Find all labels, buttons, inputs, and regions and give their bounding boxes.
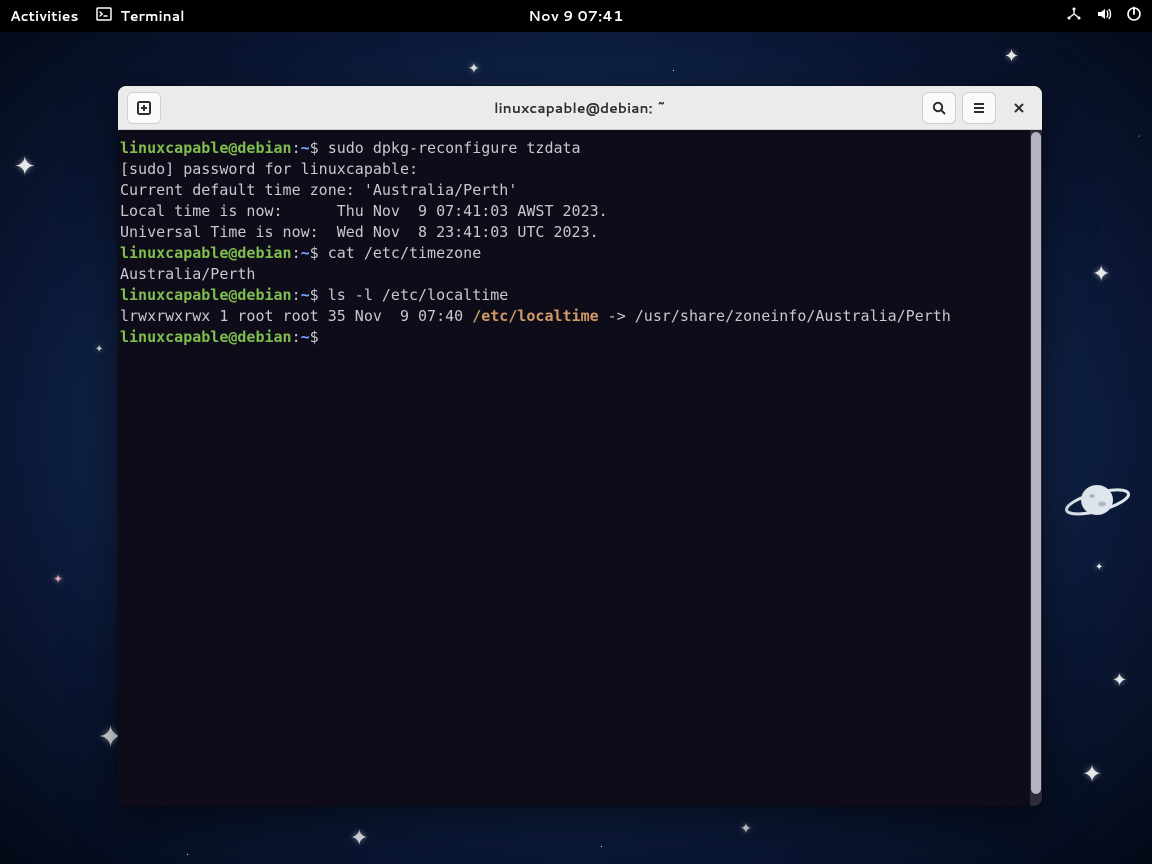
terminal-line: [sudo] password for linuxcapable: <box>120 159 1030 180</box>
terminal-line: Current default time zone: 'Australia/Pe… <box>120 180 1030 201</box>
planet-decoration <box>1062 480 1132 520</box>
new-tab-button[interactable] <box>127 92 161 124</box>
terminal-line: lrwxrwxrwx 1 root root 35 Nov 9 07:40 /e… <box>120 306 1030 327</box>
terminal-line: linuxcapable@debian:~$ ls -l /etc/localt… <box>120 285 1030 306</box>
activities-button[interactable]: Activities <box>10 6 78 26</box>
close-button[interactable] <box>1002 92 1036 124</box>
terminal-line: Australia/Perth <box>120 264 1030 285</box>
volume-icon[interactable] <box>1096 6 1112 27</box>
window-title-bar[interactable]: linuxcapable@debian: ~ <box>118 86 1042 130</box>
terminal-line: linuxcapable@debian:~$ cat /etc/timezone <box>120 243 1030 264</box>
network-icon[interactable] <box>1066 6 1082 27</box>
scrollbar-thumb[interactable] <box>1031 132 1041 794</box>
terminal-window: linuxcapable@debian: ~ linuxcapable@debi… <box>118 86 1042 806</box>
gnome-top-bar: Activities Terminal Nov 9 07:41 <box>0 0 1152 32</box>
hamburger-menu-button[interactable] <box>962 92 996 124</box>
active-app-indicator[interactable]: Terminal <box>96 6 184 27</box>
power-icon[interactable] <box>1126 6 1142 27</box>
terminal-line: linuxcapable@debian:~$ <box>120 327 1030 348</box>
terminal-line: linuxcapable@debian:~$ sudo dpkg-reconfi… <box>120 138 1030 159</box>
window-title: linuxcapable@debian: ~ <box>494 98 666 118</box>
clock[interactable]: Nov 9 07:41 <box>528 6 623 26</box>
active-app-name: Terminal <box>120 6 184 26</box>
terminal-output[interactable]: linuxcapable@debian:~$ sudo dpkg-reconfi… <box>118 130 1030 806</box>
terminal-line: Local time is now: Thu Nov 9 07:41:03 AW… <box>120 201 1030 222</box>
terminal-line: Universal Time is now: Wed Nov 8 23:41:0… <box>120 222 1030 243</box>
search-button[interactable] <box>922 92 956 124</box>
terminal-icon <box>96 6 112 27</box>
terminal-scrollbar[interactable] <box>1030 130 1042 806</box>
